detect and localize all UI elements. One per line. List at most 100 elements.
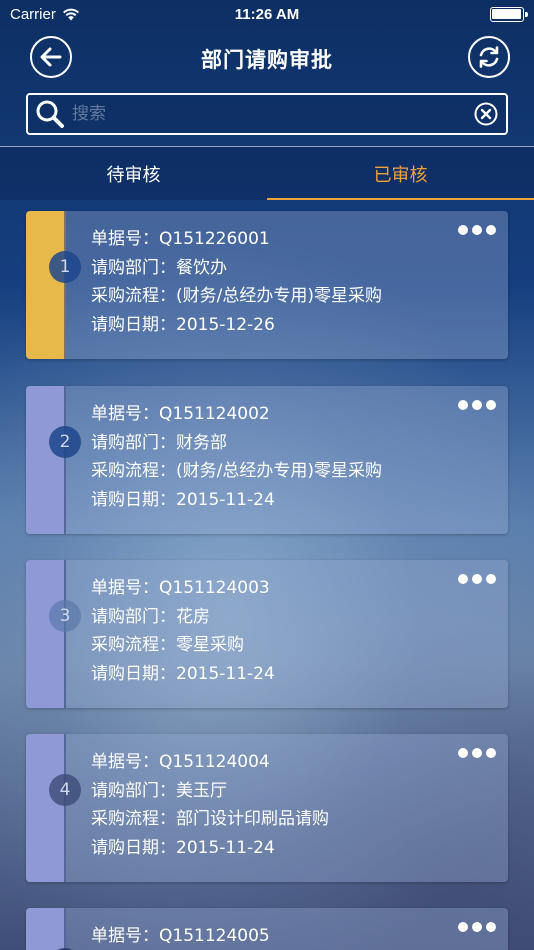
card-body: 单据号：Q151124002 请购部门：财务部 采购流程：(财务/总经办专用)零… <box>91 400 382 514</box>
doc-no-label: 单据号： <box>91 404 159 424</box>
dept-value: 财务部 <box>176 432 227 453</box>
more-button[interactable] <box>458 400 496 410</box>
wifi-icon <box>62 8 79 20</box>
status-bar: Carrier 11:26 AM <box>0 0 534 28</box>
doc-no-label: 单据号： <box>91 229 159 249</box>
date-label: 请购日期： <box>91 314 176 335</box>
status-time: 11:26 AM <box>234 5 300 23</box>
more-button[interactable] <box>458 574 496 584</box>
date-value: 2015-11-24 <box>176 837 275 858</box>
list-item[interactable]: 3 单据号：Q151124003 请购部门：花房 采购流程：零星采购 请购日期：… <box>26 560 508 708</box>
more-dots-icon <box>458 574 468 584</box>
close-circle-icon <box>474 102 498 126</box>
doc-no-label: 单据号： <box>91 752 159 772</box>
card-divider <box>64 211 66 359</box>
status-right <box>344 6 528 22</box>
more-button[interactable] <box>458 225 496 235</box>
doc-no-label: 单据号： <box>91 578 159 598</box>
date-value: 2015-12-26 <box>176 314 275 335</box>
more-dots-icon <box>458 748 468 758</box>
refresh-icon <box>479 46 499 68</box>
status-left: Carrier <box>10 6 190 23</box>
doc-no-row: 单据号：Q151124002 <box>91 400 382 429</box>
date-label: 请购日期： <box>91 837 176 858</box>
dept-value: 美玉厅 <box>176 780 227 801</box>
flow-label: 采购流程： <box>91 461 176 481</box>
list-item[interactable]: 单据号：Q151124005 <box>26 908 508 950</box>
card-body: 单据号：Q151124003 请购部门：花房 采购流程：零星采购 请购日期：20… <box>91 574 275 688</box>
card-index-badge: 3 <box>49 600 81 632</box>
search-icon <box>28 95 72 133</box>
card-divider <box>64 908 66 950</box>
dept-row: 请购部门：美玉厅 <box>91 777 329 806</box>
carrier-label: Carrier <box>10 5 56 23</box>
battery-icon <box>489 6 528 22</box>
card-strip <box>26 211 66 359</box>
more-dots-icon <box>458 400 468 410</box>
doc-no-value: Q151124004 <box>159 752 270 772</box>
dept-value: 花房 <box>176 606 210 627</box>
flow-value: 零星采购 <box>176 635 244 655</box>
search-input[interactable] <box>72 95 466 133</box>
search-box <box>26 93 508 135</box>
doc-no-label: 单据号： <box>91 926 159 946</box>
dept-row: 请购部门：餐饮办 <box>91 254 382 283</box>
dept-row: 请购部门：财务部 <box>91 429 382 458</box>
flow-label: 采购流程： <box>91 809 176 829</box>
card-strip <box>26 908 66 950</box>
card-index-badge: 1 <box>49 251 81 283</box>
card-index-badge: 2 <box>49 426 81 458</box>
more-button[interactable] <box>458 748 496 758</box>
tab-pending[interactable]: 待审核 <box>0 147 267 200</box>
clear-search-button[interactable] <box>466 95 506 133</box>
date-row: 请购日期：2015-11-24 <box>91 660 275 689</box>
card-body: 单据号：Q151124005 <box>91 922 270 950</box>
date-value: 2015-11-24 <box>176 663 275 684</box>
card-divider <box>64 560 66 708</box>
card-body: 单据号：Q151124004 请购部门：美玉厅 采购流程：部门设计印刷品请购 请… <box>91 748 329 862</box>
tab-approved[interactable]: 已审核 <box>267 147 534 200</box>
date-row: 请购日期：2015-12-26 <box>91 311 382 340</box>
list-item[interactable]: 2 单据号：Q151124002 请购部门：财务部 采购流程：(财务/总经办专用… <box>26 386 508 534</box>
card-body: 单据号：Q151226001 请购部门：餐饮办 采购流程：(财务/总经办专用)零… <box>91 225 382 339</box>
card-divider <box>64 734 66 882</box>
doc-no-value: Q151124002 <box>159 404 270 424</box>
date-row: 请购日期：2015-11-24 <box>91 834 329 863</box>
flow-row: 采购流程：(财务/总经办专用)零星采购 <box>91 282 382 311</box>
dept-label: 请购部门： <box>91 780 176 801</box>
card-index-badge: 4 <box>49 774 81 806</box>
card-divider <box>64 386 66 534</box>
list-item[interactable]: 4 单据号：Q151124004 请购部门：美玉厅 采购流程：部门设计印刷品请购… <box>26 734 508 882</box>
date-value: 2015-11-24 <box>176 489 275 510</box>
dept-row: 请购部门：花房 <box>91 603 275 632</box>
card-strip <box>26 734 66 882</box>
dept-label: 请购部门： <box>91 257 176 278</box>
date-label: 请购日期： <box>91 489 176 510</box>
more-dots-icon <box>458 225 468 235</box>
doc-no-row: 单据号：Q151124005 <box>91 922 270 950</box>
doc-no-value: Q151124005 <box>159 926 270 946</box>
list-item[interactable]: 1 单据号：Q151226001 请购部门：餐饮办 采购流程：(财务/总经办专用… <box>26 211 508 359</box>
card-strip <box>26 560 66 708</box>
flow-row: 采购流程：零星采购 <box>91 631 275 660</box>
more-dots-icon <box>458 922 468 932</box>
page-title: 部门请购审批 <box>201 48 333 72</box>
dept-value: 餐饮办 <box>176 257 227 278</box>
flow-label: 采购流程： <box>91 635 176 655</box>
card-strip <box>26 386 66 534</box>
flow-value: 部门设计印刷品请购 <box>176 809 329 829</box>
doc-no-row: 单据号：Q151226001 <box>91 225 382 254</box>
doc-no-value: Q151226001 <box>159 229 270 249</box>
dept-label: 请购部门： <box>91 606 176 627</box>
date-row: 请购日期：2015-11-24 <box>91 486 382 515</box>
doc-no-row: 单据号：Q151124004 <box>91 748 329 777</box>
flow-row: 采购流程：(财务/总经办专用)零星采购 <box>91 457 382 486</box>
nav-bar: 部门请购审批 <box>0 28 534 88</box>
doc-no-row: 单据号：Q151124003 <box>91 574 275 603</box>
more-button[interactable] <box>458 922 496 932</box>
dept-label: 请购部门： <box>91 432 176 453</box>
refresh-button[interactable] <box>468 36 510 78</box>
date-label: 请购日期： <box>91 663 176 684</box>
flow-value: (财务/总经办专用)零星采购 <box>176 461 382 481</box>
tab-bar: 待审核 已审核 <box>0 147 534 200</box>
